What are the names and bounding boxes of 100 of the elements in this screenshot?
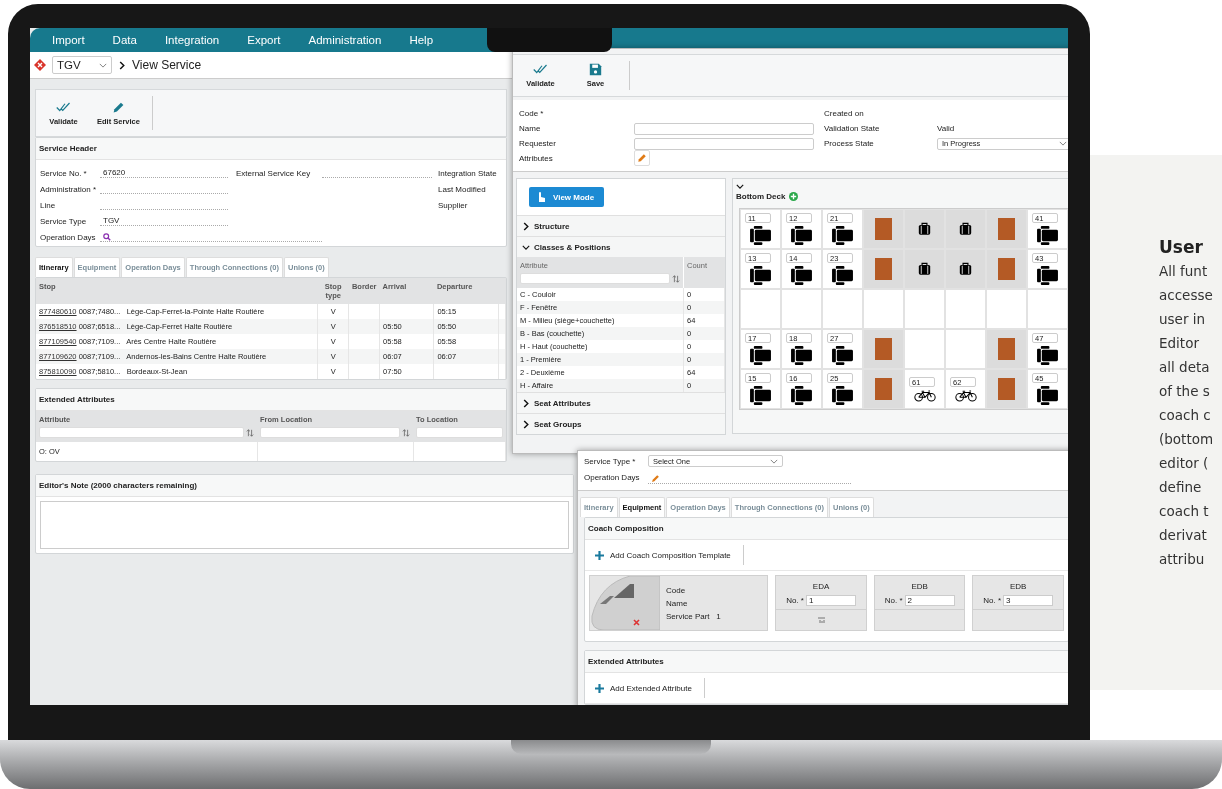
panel-text: All funt [1159,262,1209,281]
small-bars-icon [817,617,825,623]
section-title: Extended Attributes [585,651,1068,673]
field-label: Service Type * [584,456,637,466]
accordion-header[interactable]: Classes & Positions [517,236,725,257]
luggage-cell[interactable] [945,249,986,289]
add-icon[interactable] [789,192,799,201]
field-label: No. * [983,596,1002,605]
field-label: Supplier [438,201,469,210]
empty-cell[interactable] [781,289,822,329]
empty-cell[interactable] [904,289,945,329]
menu-item[interactable]: Data [112,34,137,46]
seat-icon [832,346,853,365]
empty-cell[interactable] [1027,289,1068,329]
partition-block [998,338,1015,360]
chevron-right-icon [522,419,530,429]
pencil-icon[interactable] [651,473,660,483]
note-field[interactable] [40,501,569,549]
luggage-cell[interactable] [904,209,945,249]
sort-icon[interactable] [672,274,680,283]
menu-item[interactable]: Integration [164,34,220,46]
field-label: Line [40,201,57,210]
partition-cell[interactable] [863,249,904,289]
field-label: Code * [519,109,545,118]
filter-field[interactable] [520,273,670,284]
empty-cell[interactable] [822,289,863,329]
pencil-icon [111,100,126,114]
sort-icon[interactable] [246,428,254,437]
accordion-header[interactable]: Seat Attributes [517,392,725,413]
partition-block [998,258,1015,280]
partition-cell[interactable] [986,329,1027,369]
panel-text: derivat [1159,526,1208,545]
sort-icon[interactable] [402,428,410,437]
empty-cell[interactable] [945,289,986,329]
luggage-icon [918,262,931,276]
field-label: Name [519,124,542,133]
partition-cell[interactable] [986,209,1027,249]
accordion-header[interactable]: Structure [517,215,725,236]
filter-field[interactable] [260,427,400,438]
partition-cell[interactable] [986,249,1027,289]
panel-text: user in [1159,310,1207,329]
field-label: Code [666,585,687,595]
coach-card[interactable]: EDB No. * 2 [873,575,966,631]
search-icon[interactable] [103,233,111,241]
partition-block [875,378,892,400]
coach-code: EDA [812,582,830,591]
accordion-header[interactable]: Seat Groups [517,413,725,434]
add-attribute-button[interactable]: Add Extended Attribute [585,678,705,698]
filter-field[interactable] [416,427,503,438]
seat-icon [791,386,812,405]
panel-text: (bottom [1159,430,1215,449]
number-field[interactable]: 3 [1003,595,1054,606]
partition-cell[interactable] [863,209,904,249]
input-field[interactable] [634,137,814,150]
input-field[interactable] [634,122,814,135]
field-label: Operation Days [40,233,97,242]
seat-icon [832,386,853,405]
partition-cell[interactable] [986,369,1027,409]
seat-icon [750,266,771,285]
empty-cell[interactable] [863,289,904,329]
field-label: Process State [824,139,875,148]
dropdown[interactable]: TGV [52,56,112,74]
seat-icon [791,226,812,245]
add-template-button[interactable]: Add Coach Composition Template [585,545,744,565]
empty-cell[interactable] [986,289,1027,329]
panel-text: editor ( [1159,454,1210,473]
partition-block [875,218,892,240]
partition-cell[interactable] [863,369,904,409]
menu-item[interactable]: Help [409,34,434,46]
field-label: Validation State [824,124,881,133]
filter-field[interactable] [39,427,244,438]
panel-text: coach t [1159,502,1210,521]
panel-text: accesse [1159,286,1214,305]
luggage-cell[interactable] [945,209,986,249]
deck-title: Bottom Deck [736,192,786,201]
coach-code: EDB [911,582,928,591]
number-field[interactable]: 2 [904,595,955,606]
coach-card[interactable]: EDB No. * 3 [972,575,1064,631]
partition-cell[interactable] [863,329,904,369]
field-label: Service Type [40,217,88,226]
number-field[interactable]: 1 [805,595,856,606]
caret-icon [99,62,107,68]
menu-item[interactable]: Import [52,34,85,46]
empty-cell[interactable] [740,289,781,329]
seat-icon [791,346,812,365]
menu-item[interactable]: Export [247,34,281,46]
luggage-cell[interactable] [904,249,945,289]
plus-icon [595,550,604,560]
coach-card[interactable]: EDA No. * 1 [775,575,867,631]
field-label: Attributes [519,154,554,163]
double-check-icon [56,100,71,114]
field-label: External Service Key [236,169,312,178]
menu-item[interactable]: Administration [308,34,382,46]
field-label: Service Part 1 [666,611,721,621]
field-label: No. * [884,596,903,605]
luggage-icon [959,222,972,236]
caret-icon [1059,141,1067,146]
view-mode-button[interactable]: View Mode [529,187,605,207]
partition-block [998,218,1015,240]
panel-text: define [1159,478,1203,497]
